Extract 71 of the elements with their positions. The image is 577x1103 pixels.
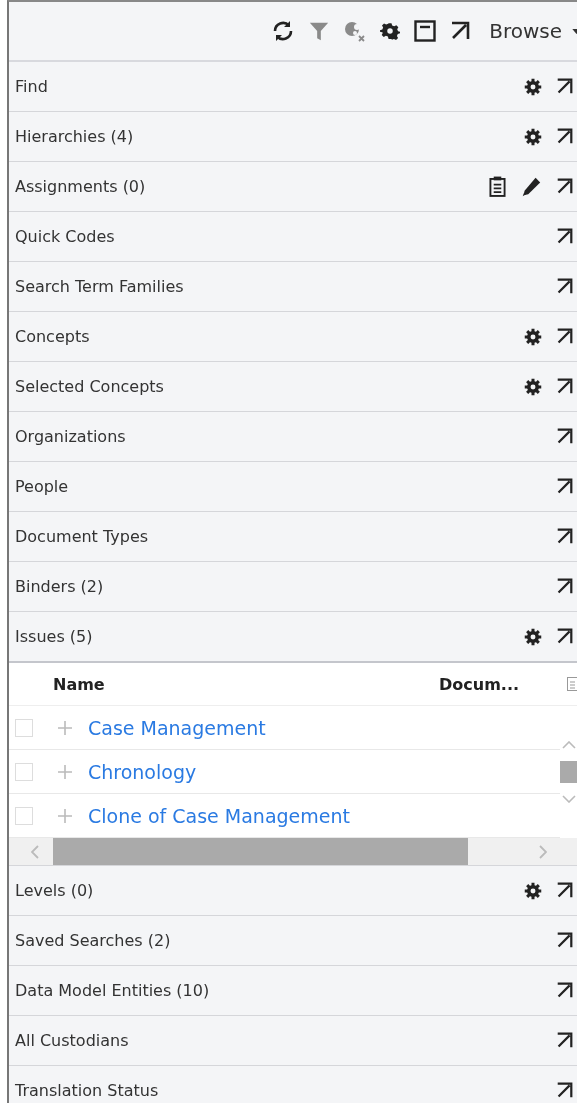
popout-icon[interactable]	[556, 78, 573, 95]
popout-icon[interactable]	[450, 21, 471, 41]
popout-icon[interactable]	[556, 932, 573, 949]
section-title: Translation Status	[15, 1081, 159, 1100]
section-title: Levels (0)	[15, 881, 94, 900]
section-title: Selected Concepts	[15, 377, 164, 396]
section-title: Issues (5)	[15, 627, 93, 646]
popout-icon[interactable]	[556, 628, 573, 645]
browse-dropdown[interactable]: Browse	[483, 19, 577, 43]
section-title: Search Term Families	[15, 277, 184, 296]
popout-icon[interactable]	[556, 228, 573, 245]
section-header[interactable]: Levels (0)	[9, 866, 577, 916]
columns-icon[interactable]	[567, 677, 577, 691]
section-header[interactable]: Concepts	[9, 312, 577, 362]
section-header[interactable]: Translation Status	[9, 1066, 577, 1103]
section-title: Hierarchies (4)	[15, 127, 134, 146]
section-header[interactable]: Binders (2)	[9, 562, 577, 612]
popout-icon[interactable]	[556, 128, 573, 145]
section-header[interactable]: All Custodians	[9, 1016, 577, 1066]
section-title: All Custodians	[15, 1031, 129, 1050]
popout-icon[interactable]	[556, 328, 573, 345]
row-checkbox[interactable]	[15, 718, 33, 737]
section-header[interactable]: Assignments (0)	[9, 162, 577, 212]
settings-icon[interactable]	[380, 21, 401, 41]
section-header[interactable]: Saved Searches (2)	[9, 916, 577, 966]
issue-link[interactable]: Clone of Case Management	[88, 804, 350, 827]
section-header[interactable]: Document Types	[9, 512, 577, 562]
section-header[interactable]: Search Term Families	[9, 262, 577, 312]
issue-link[interactable]: Case Management	[88, 716, 266, 739]
settings-icon[interactable]	[524, 327, 542, 346]
section-title: Binders (2)	[15, 577, 104, 596]
row-checkbox[interactable]	[15, 762, 33, 781]
panel-icon[interactable]	[413, 19, 438, 43]
section-header[interactable]: Hierarchies (4)	[9, 112, 577, 162]
settings-icon[interactable]	[524, 77, 542, 96]
popout-icon[interactable]	[556, 528, 573, 545]
section-header[interactable]: Organizations	[9, 412, 577, 462]
popout-icon[interactable]	[556, 1082, 573, 1099]
settings-icon[interactable]	[524, 881, 542, 900]
row-checkbox[interactable]	[15, 806, 33, 825]
section-title: Assignments (0)	[15, 177, 146, 196]
popout-icon[interactable]	[556, 378, 573, 395]
settings-icon[interactable]	[524, 377, 542, 396]
section-title: Find	[15, 77, 48, 96]
popout-icon[interactable]	[556, 178, 573, 195]
section-header[interactable]: People	[9, 462, 577, 512]
popout-icon[interactable]	[556, 428, 573, 445]
clipboard-icon[interactable]	[489, 176, 506, 197]
settings-icon[interactable]	[524, 127, 542, 146]
section-header[interactable]: Selected Concepts	[9, 362, 577, 412]
column-header[interactable]: Name	[53, 674, 439, 694]
popout-icon[interactable]	[556, 578, 573, 595]
section-header[interactable]: Data Model Entities (10)	[9, 966, 577, 1016]
section-title: Document Types	[15, 527, 149, 546]
popout-icon[interactable]	[556, 1032, 573, 1049]
section-title: People	[15, 477, 69, 496]
popout-icon[interactable]	[556, 278, 573, 295]
settings-icon[interactable]	[524, 627, 542, 646]
pencil-icon[interactable]	[520, 175, 542, 198]
section-title: Organizations	[15, 427, 126, 446]
popout-icon[interactable]	[556, 982, 573, 999]
section-header[interactable]: Quick Codes	[9, 212, 577, 262]
section-title: Quick Codes	[15, 227, 115, 246]
issue-link[interactable]: Chronology	[88, 760, 197, 783]
section-title: Concepts	[15, 327, 90, 346]
column-header[interactable]: Docum...	[439, 674, 567, 694]
section-title: Saved Searches (2)	[15, 931, 171, 950]
section-header[interactable]: Find	[9, 62, 577, 112]
section-title: Data Model Entities (10)	[15, 981, 210, 1000]
popout-icon[interactable]	[556, 478, 573, 495]
popout-icon[interactable]	[556, 882, 573, 899]
